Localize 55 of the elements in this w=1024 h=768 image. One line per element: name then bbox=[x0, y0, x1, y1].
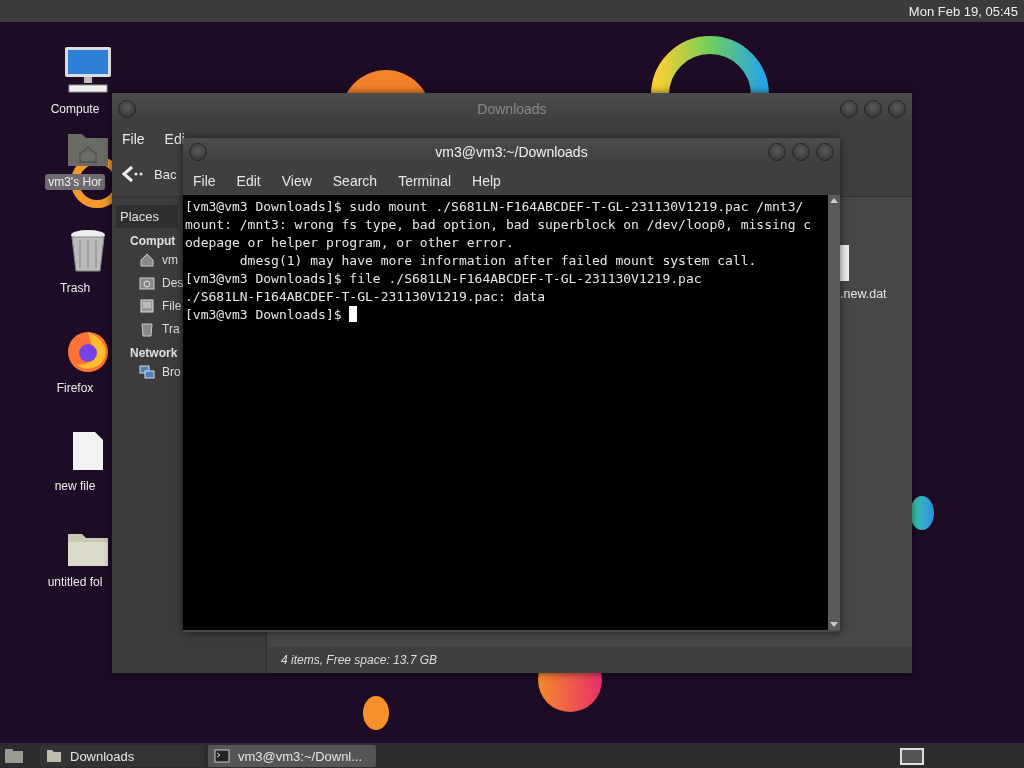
window-control-button[interactable] bbox=[864, 100, 882, 118]
sidebar-item[interactable]: Bro bbox=[162, 364, 181, 379]
show-desktop-icon[interactable] bbox=[4, 748, 24, 764]
drive-icon bbox=[139, 297, 155, 314]
sidebar-item[interactable]: Des bbox=[162, 275, 184, 290]
desktop-icon-label[interactable]: Trash bbox=[56, 280, 94, 296]
sidebar-section-title: Comput bbox=[130, 234, 176, 248]
desktop-icon-label[interactable]: Compute bbox=[47, 101, 103, 117]
clock[interactable]: Mon Feb 19, 05:45 bbox=[908, 3, 1018, 19]
computer-icon bbox=[63, 45, 113, 95]
terminal-output: [vm3@vm3 Downloads]$ sudo mount ./S681LN-F164ABCDEF-T-GL-231130V1219.pac /mnt3/ mount: /mnt3: wrong fs type, bad option, bad superblock on /dev/loop0, missing c odepage or helper program, or other error. dmesg(1) may have more information after failed mount system call. [vm3@vm3 Downloads]$ file ./S681LN-F164ABCDEF-T-GL-231130V1219.pac ./S681LN-F164ABCDEF-T-GL-231130V1219.pac: data [vm3@vm3 Downloads]$ bbox=[184, 198, 813, 324]
window-control-button[interactable] bbox=[816, 143, 834, 161]
sidebar-section-title: Network bbox=[130, 346, 178, 360]
sidebar-item[interactable]: Tra bbox=[162, 321, 180, 336]
back-button[interactable]: Bac bbox=[122, 165, 177, 183]
window-control-button[interactable] bbox=[118, 100, 136, 118]
scroll-down-icon bbox=[830, 622, 838, 627]
sidebar-header[interactable]: Places bbox=[116, 205, 178, 228]
desktop-icon-label[interactable]: vm3's Hor bbox=[45, 174, 105, 190]
window-title: Downloads bbox=[477, 101, 547, 117]
desktop-icon-label[interactable]: untitled fol bbox=[44, 574, 106, 590]
menu-item[interactable]: Terminal bbox=[398, 172, 452, 189]
menu-item[interactable]: File bbox=[193, 172, 216, 189]
back-arrow-icon bbox=[122, 165, 144, 183]
window-control-button[interactable] bbox=[888, 100, 906, 118]
workspace-switcher[interactable] bbox=[900, 747, 924, 765]
desktop-icon-label[interactable]: new file bbox=[51, 478, 99, 494]
menu-item[interactable]: File bbox=[122, 130, 145, 147]
taskbar-button[interactable]: vm3@vm3:~/Downl... bbox=[208, 745, 376, 767]
wallpaper-ellipse bbox=[910, 496, 934, 530]
desktop-icon-label[interactable]: Firefox bbox=[53, 380, 97, 396]
network-icon bbox=[139, 363, 155, 380]
menu-item[interactable]: Edit bbox=[236, 172, 261, 189]
scrollbar[interactable] bbox=[828, 195, 840, 630]
file-label[interactable]: .new.dat bbox=[840, 287, 887, 301]
window-title: vm3@vm3:~/Downloads bbox=[435, 144, 588, 160]
file-icon bbox=[840, 245, 850, 281]
sidebar-item[interactable]: vm bbox=[162, 252, 178, 267]
taskbar-button[interactable]: Downloads bbox=[40, 745, 204, 767]
window-control-button[interactable] bbox=[792, 143, 810, 161]
window-control-button[interactable] bbox=[768, 143, 786, 161]
file-icon bbox=[71, 430, 105, 472]
trash-icon bbox=[68, 228, 108, 274]
menu-item[interactable]: Help bbox=[472, 172, 501, 189]
window-control-button[interactable] bbox=[189, 143, 207, 161]
window-control-button[interactable] bbox=[840, 100, 858, 118]
menu-item[interactable]: View bbox=[281, 172, 312, 189]
status-text: 4 items, Free space: 13.7 GB bbox=[281, 653, 438, 667]
text-cursor bbox=[349, 306, 358, 322]
wallpaper-ellipse bbox=[363, 696, 389, 730]
sidebar-item[interactable]: File bbox=[162, 298, 182, 313]
trash-icon bbox=[139, 320, 155, 337]
home-icon bbox=[139, 251, 155, 268]
terminal-icon bbox=[214, 749, 230, 763]
menu-item[interactable]: Search bbox=[332, 172, 378, 189]
